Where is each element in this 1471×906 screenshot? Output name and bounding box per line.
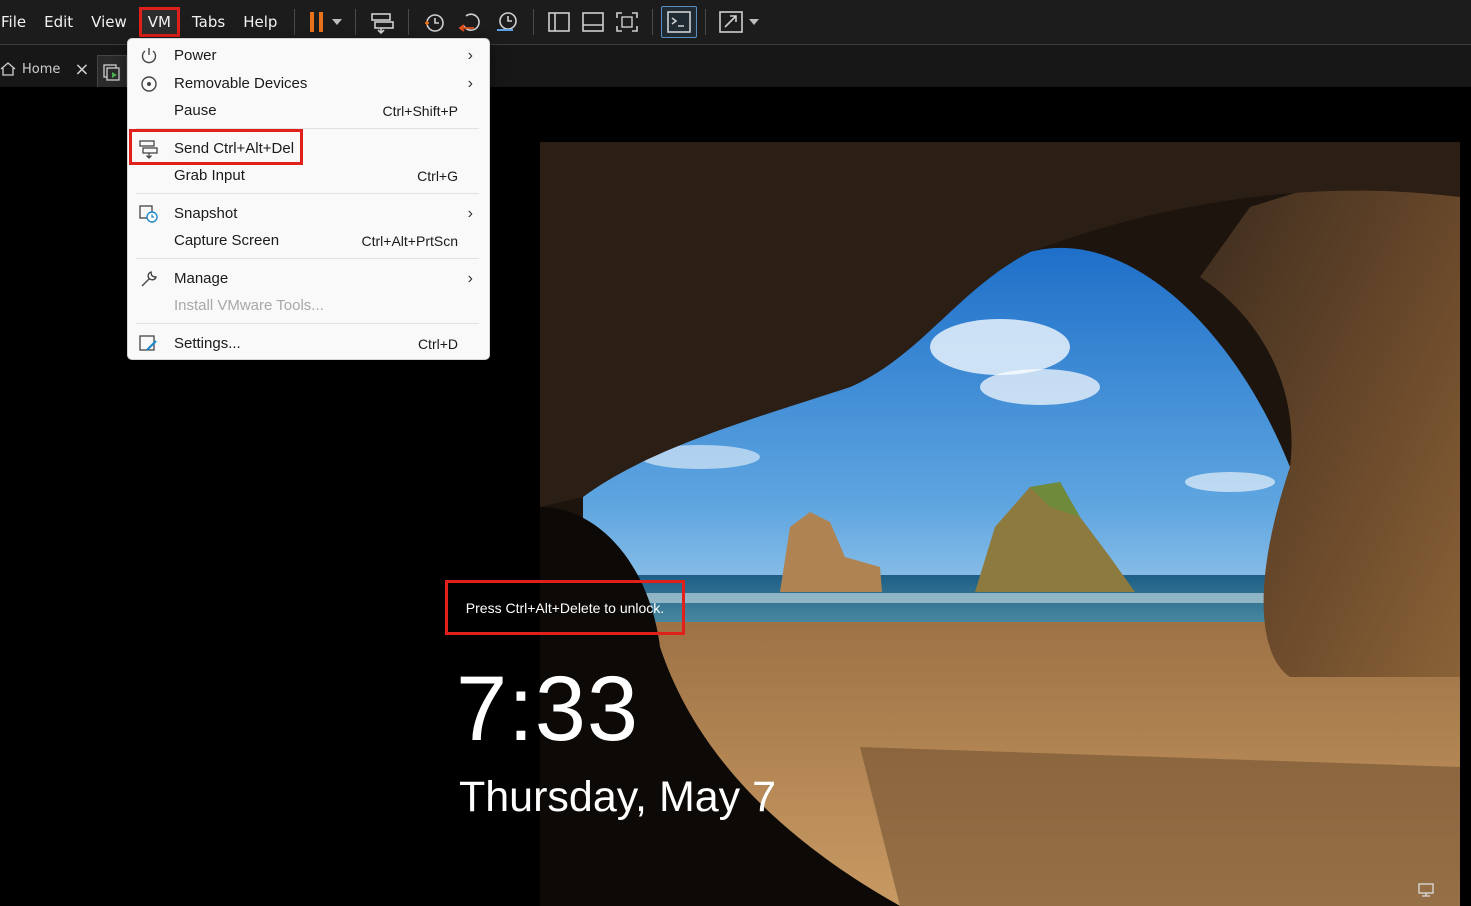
take-snapshot-button[interactable] xyxy=(417,6,453,38)
menu-item-label: Install VMware Tools... xyxy=(174,297,324,314)
snapshot-manager-icon xyxy=(497,12,518,31)
menu-edit[interactable]: Edit xyxy=(35,7,82,37)
toolbar-separator xyxy=(652,9,654,35)
toolbar-separator xyxy=(705,9,707,35)
menu-separator xyxy=(136,258,479,259)
menu-item-removable-devices[interactable]: Removable Devices › xyxy=(128,70,489,97)
menu-item-label: Power xyxy=(174,47,217,64)
menu-item-label: Send Ctrl+Alt+Del xyxy=(174,140,295,157)
tab-vm[interactable] xyxy=(97,55,127,87)
lockscreen-time: 7:33 xyxy=(456,658,640,760)
chevron-right-icon: › xyxy=(467,269,473,287)
chevron-right-icon: › xyxy=(467,46,473,64)
tab-home-label: Home xyxy=(22,61,61,77)
show-thumbnail-bar-button[interactable] xyxy=(576,6,610,38)
menu-item-pause[interactable]: Pause Ctrl+Shift+P xyxy=(128,97,489,124)
menu-item-label: Capture Screen xyxy=(174,232,280,249)
full-screen-icon xyxy=(719,11,744,33)
menu-vm[interactable]: VM xyxy=(138,7,180,37)
chevron-down-icon[interactable] xyxy=(749,19,760,25)
menu-item-label: Removable Devices xyxy=(174,75,308,92)
removable-devices-icon xyxy=(138,73,160,95)
toolbar-separator xyxy=(408,9,410,35)
chevron-right-icon: › xyxy=(467,204,473,222)
close-icon[interactable]: × xyxy=(74,59,89,80)
menu-item-send-ctrl-alt-del[interactable]: Send Ctrl+Alt+Del xyxy=(128,135,489,162)
chevron-right-icon: › xyxy=(467,74,473,92)
menu-item-label: Manage xyxy=(174,270,229,287)
toolbar-separator xyxy=(294,9,296,35)
menu-item-power[interactable]: Power › xyxy=(128,42,489,69)
show-library-button[interactable] xyxy=(542,6,576,38)
pause-icon xyxy=(310,12,324,32)
snapshot-icon xyxy=(425,14,445,32)
menu-separator xyxy=(136,323,479,324)
menu-item-label: Pause xyxy=(174,102,217,119)
settings-icon xyxy=(138,333,160,355)
menu-item-snapshot[interactable]: Snapshot › xyxy=(128,200,489,227)
menu-item-settings[interactable]: Settings... Ctrl+D xyxy=(128,330,489,357)
send-ctrl-alt-del-icon xyxy=(371,13,395,34)
vm-menu-dropdown: Power › Removable Devices › Pause Ctrl+S… xyxy=(127,38,490,360)
send-ctrl-alt-del-button[interactable] xyxy=(364,6,400,38)
revert-snapshot-button[interactable] xyxy=(453,6,489,38)
menu-item-capture-screen[interactable]: Capture Screen Ctrl+Alt+PrtScn xyxy=(128,227,489,254)
send-ctrl-alt-del-icon xyxy=(138,138,160,160)
vm-running-icon xyxy=(103,63,120,81)
menu-item-manage[interactable]: Manage › xyxy=(128,265,489,292)
fit-guest-button[interactable] xyxy=(610,6,644,38)
revert-snapshot-icon xyxy=(458,13,481,32)
toolbar-separator xyxy=(533,9,535,35)
menu-item-shortcut: Ctrl+Alt+PrtScn xyxy=(361,232,458,249)
thumbnail-view-icon xyxy=(582,12,605,32)
snapshot-manager-button[interactable] xyxy=(489,6,525,38)
menu-item-label: Snapshot xyxy=(174,205,238,222)
menu-item-grab-input[interactable]: Grab Input Ctrl+G xyxy=(128,162,489,189)
network-icon[interactable] xyxy=(1417,882,1435,898)
wrench-icon xyxy=(138,268,160,290)
menu-help[interactable]: Help xyxy=(234,7,286,37)
console-view-icon xyxy=(667,11,692,33)
menu-view[interactable]: View xyxy=(82,7,136,37)
full-screen-button[interactable] xyxy=(714,6,764,38)
menu-file[interactable]: File xyxy=(0,7,35,37)
menu-item-shortcut: Ctrl+G xyxy=(417,167,458,184)
console-view-button[interactable] xyxy=(661,6,698,38)
home-icon xyxy=(0,62,16,76)
menu-item-shortcut: Ctrl+D xyxy=(417,335,458,352)
menu-tabs[interactable]: Tabs xyxy=(183,7,234,37)
power-icon xyxy=(138,45,160,67)
lockscreen-date: Thursday, May 7 xyxy=(459,773,777,821)
menu-separator xyxy=(136,193,479,194)
unlock-prompt-highlight: Press Ctrl+Alt+Delete to unlock. xyxy=(445,580,685,635)
toolbar-separator xyxy=(355,9,357,35)
pause-button[interactable] xyxy=(303,6,347,38)
fit-guest-icon xyxy=(616,12,639,32)
snapshot-icon xyxy=(138,203,160,225)
menu-item-shortcut: Ctrl+Shift+P xyxy=(382,102,458,119)
chevron-down-icon[interactable] xyxy=(332,19,343,25)
menu-item-install-vmware-tools: Install VMware Tools... xyxy=(128,292,489,319)
menu-item-label: Grab Input xyxy=(174,167,245,184)
vmware-workstation-window: File Edit View VM Tabs Help Home × Press… xyxy=(0,0,1471,906)
menu-item-label: Settings... xyxy=(174,335,241,352)
unlock-prompt: Press Ctrl+Alt+Delete to unlock. xyxy=(465,599,665,616)
tab-home[interactable]: Home × xyxy=(0,56,89,82)
sidebar-view-icon xyxy=(548,12,571,32)
